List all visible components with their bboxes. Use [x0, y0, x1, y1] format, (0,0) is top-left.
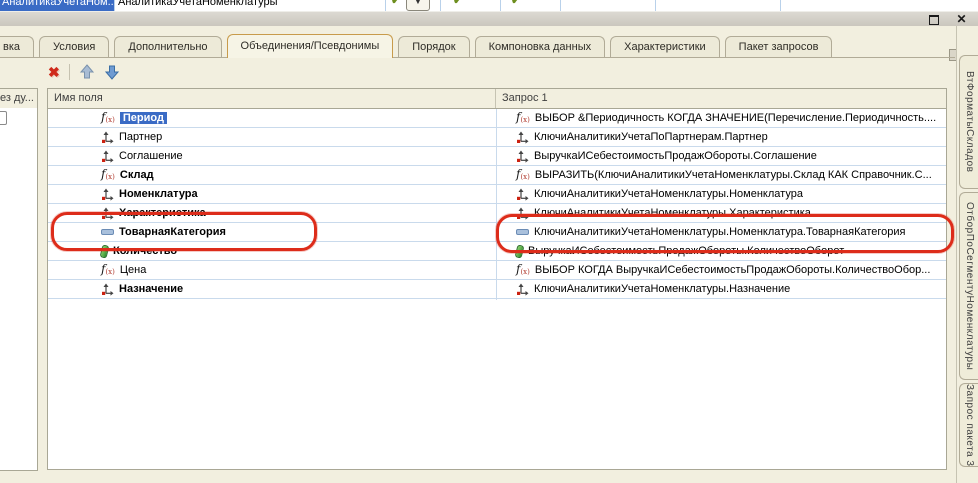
table-row-назначение[interactable]: Назначение КлючиАналитикиУчетаНоменклатур… [48, 280, 946, 299]
tab-6[interactable]: Характеристики [610, 36, 720, 57]
query-expression-cell[interactable]: КлючиАналитикиУчетаНоменклатуры.Назначен… [496, 280, 946, 298]
query-expression: ВЫБОР КОГДА ВыручкаИСебестоимостьПродажО… [535, 264, 931, 276]
dimension-icon [101, 188, 114, 201]
query-expression-cell[interactable]: ВыручкаИСебестоимостьПродажОбороты.Согла… [496, 147, 946, 165]
query-expression-cell[interactable]: f(x) ВЫРАЗИТЬ(КлючиАналитикиУчетаНоменкла… [496, 166, 946, 184]
dimension-icon [101, 131, 114, 144]
field-name-cell[interactable]: Соглашение [48, 147, 495, 165]
table-row-партнер[interactable]: Партнер КлючиАналитикиУчетаПоПартнерам.Па… [48, 128, 946, 147]
column-header-field-name[interactable]: Имя поля [48, 89, 496, 108]
fx-icon: f(x) [516, 168, 530, 183]
table-row-период[interactable]: f(x) Период f(x) ВЫБОР &Периодичность КОГДА… [48, 109, 946, 128]
field-name: Цена [120, 264, 146, 276]
fields-table: Имя поля Запрос 1 f(x) Период f(x) ВЫБОР &П… [47, 88, 947, 470]
check-icon: ✔ [453, 0, 463, 7]
fx-icon: f(x) [516, 111, 530, 126]
grid-line [385, 0, 386, 11]
tab-strip: вкаУсловияДополнительно Объединения/Псевд… [0, 33, 955, 58]
dimension-icon [516, 131, 529, 144]
table-body: f(x) Период f(x) ВЫБОР &Периодичность КОГДА… [48, 109, 946, 469]
grid-line [440, 0, 441, 11]
grid-line [780, 0, 781, 11]
left-panel-header: ез ду... [0, 88, 38, 110]
field-name: Соглашение [119, 150, 183, 162]
query-expression-cell[interactable]: КлючиАналитикиУчетаНоменклатуры.Номенкла… [496, 185, 946, 203]
background-window-row: АналитикаУчетаНом... АналитикаУчетаНомен… [0, 0, 978, 11]
dimension-icon [516, 283, 529, 296]
field-name: Назначение [119, 283, 183, 295]
tab-1[interactable]: Условия [39, 36, 109, 57]
fx-icon: f(x) [516, 263, 530, 278]
table-header: Имя поля Запрос 1 [48, 89, 946, 109]
background-selected-cell[interactable]: АналитикаУчетаНом... [0, 0, 115, 11]
check-icon: ✔ [391, 0, 401, 7]
field-name: Период [120, 112, 167, 124]
column-header-query1[interactable]: Запрос 1 [496, 89, 946, 108]
fields-toolbar: ✖ [48, 62, 120, 82]
maximize-button[interactable] [925, 13, 942, 26]
query-expression: КлючиАналитикиУчетаНоменклатуры.Номенкла… [534, 188, 803, 200]
field-name: Склад [120, 169, 154, 181]
side-tab-1[interactable]: ОтборПоСегментуНоменклатуры [959, 192, 978, 380]
tab-4[interactable]: Порядок [398, 36, 469, 57]
query-expression: ВыручкаИСебестоимостьПродажОбороты.Согла… [534, 150, 817, 162]
field-name-cell[interactable]: Назначение [48, 280, 495, 298]
annotation-oval-field [51, 212, 317, 251]
dimension-icon [516, 188, 529, 201]
tab-0[interactable]: вка [0, 36, 34, 57]
tab-2[interactable]: Дополнительно [114, 36, 221, 57]
background-row-text: АналитикаУчетаНоменклатуры [118, 0, 278, 11]
dimension-icon [516, 150, 529, 163]
fx-icon: f(x) [101, 168, 115, 183]
table-row-номенклатура[interactable]: Номенклатура КлючиАналитикиУчетаНоменклат… [48, 185, 946, 204]
side-tab-rail: ВтФорматыСкладов ОтборПоСегментуНоменклат… [956, 26, 978, 483]
dimension-icon [101, 150, 114, 163]
check-icon: ✔ [511, 0, 521, 7]
query-expression: ВЫБОР &Периодичность КОГДА ЗНАЧЕНИЕ(Пере… [535, 112, 936, 124]
field-name-cell[interactable]: f(x) Цена [48, 261, 495, 279]
title-bar[interactable]: ✕ [0, 11, 978, 27]
field-name-cell[interactable]: Партнер [48, 128, 495, 146]
delete-button[interactable]: ✖ [48, 64, 60, 81]
query-designer-window: АналитикаУчетаНом... АналитикаУчетаНомен… [0, 0, 978, 483]
maximize-icon [929, 15, 939, 25]
arrow-up-icon [79, 64, 95, 80]
grid-line [560, 0, 561, 11]
dropdown-button[interactable]: ▼ [406, 0, 430, 11]
field-name-cell[interactable]: f(x) Склад [48, 166, 495, 184]
query-expression-cell[interactable]: f(x) ВЫБОР &Периодичность КОГДА ЗНАЧЕНИЕ(… [496, 109, 946, 127]
query-expression-cell[interactable]: f(x) ВЫБОР КОГДА ВыручкаИСебестоимостьПро… [496, 261, 946, 279]
grid-line [655, 0, 656, 11]
field-name: Номенклатура [119, 188, 198, 200]
dimension-icon [101, 283, 114, 296]
left-panel-body[interactable] [0, 108, 38, 471]
field-name: Партнер [119, 131, 162, 143]
query-expression-cell[interactable]: КлючиАналитикиУчетаПоПартнерам.Партнер [496, 128, 946, 146]
fx-icon: f(x) [101, 111, 115, 126]
annotation-oval-query [496, 214, 954, 253]
move-up-button[interactable] [79, 64, 95, 80]
table-row-цена[interactable]: f(x) Цена f(x) ВЫБОР КОГДА ВыручкаИСебестои… [48, 261, 946, 280]
field-name-cell[interactable]: f(x) Период [48, 109, 495, 127]
arrow-down-icon [104, 64, 120, 80]
table-row-склад[interactable]: f(x) Склад f(x) ВЫРАЗИТЬ(КлючиАналитикиУчет… [48, 166, 946, 185]
tab-7[interactable]: Пакет запросов [725, 36, 833, 57]
query-expression: КлючиАналитикиУчетаПоПартнерам.Партнер [534, 131, 768, 143]
tab-3[interactable]: Объединения/Псевдонимы [227, 34, 394, 58]
move-down-button[interactable] [104, 64, 120, 80]
side-tab-0[interactable]: ВтФорматыСкладов [959, 55, 978, 189]
fx-icon: f(x) [101, 263, 115, 278]
table-row-соглашение[interactable]: Соглашение ВыручкаИСебестоимостьПродажОбо… [48, 147, 946, 166]
close-button[interactable]: ✕ [953, 13, 970, 26]
grid-line [500, 0, 501, 11]
toolbar-separator [69, 64, 70, 80]
checkbox[interactable] [0, 111, 7, 125]
query-expression: ВЫРАЗИТЬ(КлючиАналитикиУчетаНоменклатуры… [535, 169, 932, 181]
tab-5[interactable]: Компоновка данных [475, 36, 606, 57]
field-name-cell[interactable]: Номенклатура [48, 185, 495, 203]
query-expression: КлючиАналитикиУчетаНоменклатуры.Назначен… [534, 283, 790, 295]
side-tab-2[interactable]: Запрос пакета 3 [959, 383, 978, 467]
